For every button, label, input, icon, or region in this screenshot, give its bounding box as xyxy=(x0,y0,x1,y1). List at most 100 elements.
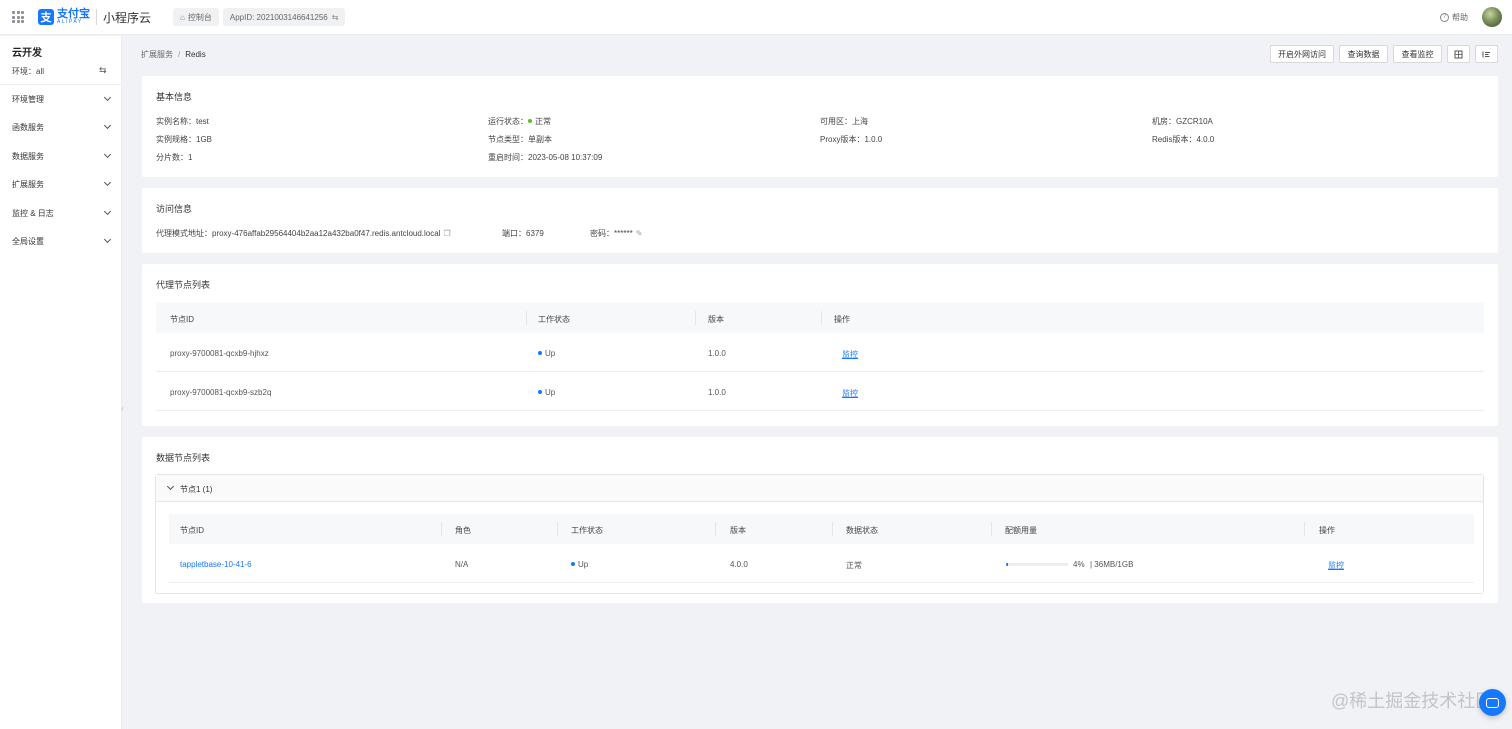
monitor-link[interactable]: 监控 xyxy=(842,388,858,399)
chevron-down-icon xyxy=(166,482,175,491)
column-divider xyxy=(557,522,558,536)
run-status-value: 正常 xyxy=(535,117,551,126)
alipay-logo[interactable]: 支 支付宝 ALIPAY xyxy=(38,9,90,25)
column-divider xyxy=(526,311,527,325)
work-status: Up xyxy=(538,349,555,358)
column-header: 操作 xyxy=(1319,526,1335,535)
copy-icon[interactable]: ❐ xyxy=(443,229,450,238)
home-icon: ⌂ xyxy=(180,12,185,22)
data-nodes-title: 数据节点列表 xyxy=(156,453,211,463)
sidebar-item-global-settings[interactable]: 全局设置 xyxy=(12,235,112,247)
column-header: 工作状态 xyxy=(571,526,603,535)
edit-icon[interactable]: ✎ xyxy=(636,229,643,238)
password-value: 密码：****** xyxy=(590,229,633,238)
env-selector-label[interactable]: 环境：all xyxy=(12,66,44,77)
breadcrumb: 扩展服务 / Redis xyxy=(141,49,206,60)
column-header: 节点ID xyxy=(180,526,204,535)
data-status: 正常 xyxy=(846,561,862,570)
column-header: 节点ID xyxy=(170,315,194,324)
menu-button[interactable] xyxy=(1475,45,1498,63)
appid-switcher[interactable]: AppID: 2021003146641256 ⇆ xyxy=(222,8,346,26)
node-group-header[interactable]: 节点1 (1) xyxy=(156,475,1483,502)
chevron-down-icon xyxy=(103,178,112,187)
alipay-mark-icon: 支 xyxy=(38,9,54,25)
basic-info-card: 基本信息 实例名称：test 运行状态： 正常 可用区：上海 机房：GZCR10A… xyxy=(142,76,1498,177)
fullscreen-icon xyxy=(1454,50,1463,58)
data-table-header: 节点ID 角色 工作状态 版本 数据状态 配额用量 操作 xyxy=(169,514,1474,544)
node-id-link[interactable]: tappletbase-10-41-6 xyxy=(180,560,252,569)
help-link[interactable]: ? 帮助 xyxy=(1440,12,1468,23)
sidebar-item-label: 函数服务 xyxy=(12,122,44,132)
sidebar-item-extension-service[interactable]: 扩展服务 xyxy=(12,178,112,190)
data-nodes-card: 数据节点列表 节点1 (1) 节点ID 角色 工作状态 版本 数据状态 配额用量… xyxy=(142,437,1498,603)
query-data-button[interactable]: 查询数据 xyxy=(1339,45,1388,63)
role: N/A xyxy=(455,560,469,569)
sidebar-item-function-service[interactable]: 函数服务 xyxy=(12,121,112,133)
column-header: 工作状态 xyxy=(538,315,570,324)
menu-icon xyxy=(1482,51,1490,57)
run-status-label: 运行状态： xyxy=(488,117,528,126)
enable-public-access-button[interactable]: 开启外网访问 xyxy=(1270,45,1334,63)
table-row: proxy-9700081-qcxb9-hjhxz Up 1.0.0 监控 xyxy=(156,334,1484,372)
monitor-link[interactable]: 监控 xyxy=(842,349,858,360)
sidebar-item-label: 扩展服务 xyxy=(12,179,44,189)
sidebar-item-env-management[interactable]: 环境管理 xyxy=(12,93,112,105)
sidebar-divider xyxy=(0,84,121,85)
chat-button[interactable] xyxy=(1479,689,1506,716)
status-dot-icon xyxy=(538,351,542,356)
node-group-panel: 节点1 (1) 节点ID 角色 工作状态 版本 数据状态 配额用量 操作 tap… xyxy=(155,474,1484,594)
sidebar-collapse-icon[interactable]: ‹ xyxy=(121,404,127,414)
apps-grid-icon[interactable] xyxy=(12,11,24,23)
help-circle-icon: ? xyxy=(1440,13,1449,22)
node-id: proxy-9700081-qcxb9-szb2q xyxy=(170,388,272,397)
table-row: tappletbase-10-41-6 N/A Up 4.0.0 正常 4% |… xyxy=(169,545,1474,583)
console-label: 控制台 xyxy=(187,12,212,22)
column-header: 配额用量 xyxy=(1005,526,1037,535)
version: 1.0.0 xyxy=(708,388,726,397)
status-ok-icon xyxy=(528,119,532,124)
sidebar-item-monitor-log[interactable]: 监控 & 日志 xyxy=(12,207,112,219)
proxy-version: Proxy版本：1.0.0 xyxy=(820,135,883,144)
env-switch-icon[interactable]: ⇆ xyxy=(99,65,107,76)
appid-label: AppID: 2021003146641256 xyxy=(229,12,328,22)
chevron-down-icon xyxy=(103,121,112,130)
column-divider xyxy=(695,311,696,325)
run-status: 运行状态： 正常 xyxy=(488,116,551,127)
breadcrumb-separator: / xyxy=(178,50,181,59)
fullscreen-button[interactable] xyxy=(1447,45,1470,63)
redis-version: Redis版本：4.0.0 xyxy=(1152,135,1215,144)
chevron-down-icon xyxy=(103,150,112,159)
sidebar-item-label: 监控 & 日志 xyxy=(12,208,54,218)
breadcrumb-current: Redis xyxy=(185,50,206,59)
chevron-down-icon xyxy=(103,93,112,102)
status-text: Up xyxy=(578,560,589,569)
instance-spec: 实例规格：1GB xyxy=(156,135,213,144)
watermark: @稀土掘金技术社区 xyxy=(1331,691,1494,711)
instance-name: 实例名称：test xyxy=(156,117,209,126)
user-avatar[interactable] xyxy=(1482,7,1502,27)
access-info-card: 访问信息 代理模式地址：proxy-476affab29564404b2aa12… xyxy=(142,188,1498,253)
breadcrumb-parent[interactable]: 扩展服务 xyxy=(141,50,173,59)
node-type: 节点类型：单副本 xyxy=(488,135,552,144)
view-monitor-button[interactable]: 查看监控 xyxy=(1393,45,1442,63)
basic-info-title: 基本信息 xyxy=(156,92,193,102)
sidebar-item-label: 环境管理 xyxy=(12,94,44,104)
console-button[interactable]: ⌂ 控制台 xyxy=(173,8,219,26)
node-id: proxy-9700081-qcxb9-hjhxz xyxy=(170,349,269,358)
sidebar-item-data-service[interactable]: 数据服务 xyxy=(12,150,112,162)
chat-icon xyxy=(1486,697,1499,708)
switch-icon: ⇆ xyxy=(331,12,339,22)
column-header: 数据状态 xyxy=(846,526,878,535)
access-info-title: 访问信息 xyxy=(156,204,193,214)
zone: 可用区：上海 xyxy=(820,117,868,126)
column-header: 版本 xyxy=(708,315,724,324)
monitor-link[interactable]: 监控 xyxy=(1328,560,1344,571)
chevron-down-icon xyxy=(103,235,112,244)
quota-progress-bar xyxy=(1006,563,1068,566)
status-text: Up xyxy=(545,388,556,397)
proxy-address: 代理模式地址：proxy-476affab29564404b2aa12a432b… xyxy=(156,228,451,239)
quota-usage: | 36MB/1GB xyxy=(1090,560,1134,569)
status-text: Up xyxy=(545,349,556,358)
column-divider xyxy=(441,522,442,536)
quota-percent: 4% xyxy=(1073,560,1085,569)
